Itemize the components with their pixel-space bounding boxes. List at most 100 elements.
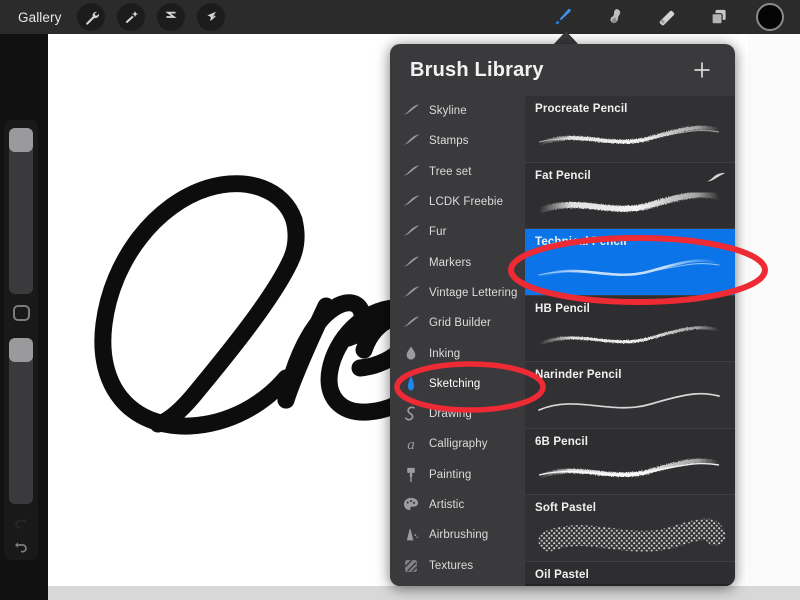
brush-category-fur[interactable]: Fur xyxy=(390,217,525,247)
actions-wrench-icon[interactable] xyxy=(77,3,106,31)
brush-category-label: Sketching xyxy=(429,377,481,390)
brush-list-item[interactable]: 6B Pencil xyxy=(525,428,735,495)
color-swatch[interactable] xyxy=(756,3,784,31)
brush-category-markers[interactable]: Markers xyxy=(390,247,525,277)
panel-pointer-caret xyxy=(553,31,579,45)
brush-category-lcdk-freebie[interactable]: LCDK Freebie xyxy=(390,187,525,217)
brush-list-item[interactable]: Fat Pencil xyxy=(525,162,735,229)
brush-name: Technical Pencil xyxy=(535,236,627,248)
undo-button[interactable] xyxy=(6,512,36,536)
brush-category-label: LCDK Freebie xyxy=(429,196,504,209)
squiggle-icon xyxy=(400,403,422,425)
transform-arrow-icon[interactable] xyxy=(197,3,226,31)
redo-button[interactable] xyxy=(6,536,36,560)
brush-sidebar xyxy=(4,120,38,560)
canvas-bottom-bezel xyxy=(0,586,800,600)
brush-category-calligraphy[interactable]: a Calligraphy xyxy=(390,429,525,459)
brush-category-inking[interactable]: Inking xyxy=(390,338,525,368)
brush-preview-stroke xyxy=(533,517,726,557)
brush-name: HB Pencil xyxy=(535,302,591,315)
brush-category-label: Grid Builder xyxy=(429,317,491,330)
brush-preview-stroke xyxy=(533,451,725,491)
brush-preview-stroke xyxy=(533,118,725,158)
brush-category-artistic[interactable]: Artistic xyxy=(390,490,525,520)
brush-category-label: Skyline xyxy=(429,105,467,118)
smudge-icon[interactable] xyxy=(600,2,630,32)
brush-category-skyline[interactable]: Skyline xyxy=(390,96,525,126)
airbrush-icon xyxy=(400,524,422,546)
brush-list[interactable]: Procreate Pencil Fat Pencil Technical Pen… xyxy=(525,96,735,586)
brush-stroke-icon xyxy=(400,221,422,243)
brush-preview-stroke xyxy=(533,384,725,424)
brush-name: 6B Pencil xyxy=(535,435,589,448)
brush-category-label: Markers xyxy=(429,256,472,269)
ink-drop-icon xyxy=(400,343,422,365)
brush-name: Oil Pastel xyxy=(535,568,589,581)
panel-title: Brush Library xyxy=(410,58,544,81)
brush-list-item[interactable]: Technical Pencil xyxy=(525,229,735,296)
brush-stroke-icon xyxy=(400,312,422,334)
brush-opacity-slider[interactable] xyxy=(9,338,33,505)
brush-stroke-icon xyxy=(400,252,422,274)
brush-category-label: Textures xyxy=(429,559,474,572)
brush-category-label: Tree set xyxy=(429,165,472,178)
paint-brush-icon[interactable] xyxy=(548,2,578,32)
brush-stroke-icon xyxy=(400,130,422,152)
add-brush-button[interactable] xyxy=(689,57,715,83)
brush-name: Narinder Pencil xyxy=(535,369,622,381)
brush-category-label: Airbrushing xyxy=(429,529,489,542)
brush-category-textures[interactable]: Textures xyxy=(390,550,525,580)
brush-name: Soft Pastel xyxy=(535,502,597,514)
pencil-tip-icon xyxy=(400,373,422,395)
brush-list-item[interactable]: Narinder Pencil xyxy=(525,362,735,429)
brush-category-list[interactable]: Skyline Stamps Tree set LCDK Freebie Fur Mark… xyxy=(390,96,525,586)
brush-preview-stroke xyxy=(533,185,725,225)
brush-library-body: Skyline Stamps Tree set LCDK Freebie Fur Mark… xyxy=(390,96,735,586)
brush-category-label: Stamps xyxy=(429,135,469,148)
layers-icon[interactable] xyxy=(704,2,734,32)
brush-preview-stroke xyxy=(533,584,725,587)
brush-preview-stroke xyxy=(533,318,725,358)
brush-preview-stroke xyxy=(533,251,725,291)
brush-list-item[interactable]: Oil Pastel xyxy=(525,561,735,587)
brush-category-airbrushing[interactable]: Airbrushing xyxy=(390,520,525,550)
brush-category-grid-builder[interactable]: Grid Builder xyxy=(390,308,525,338)
eraser-icon[interactable] xyxy=(652,2,682,32)
brush-category-label: Calligraphy xyxy=(429,438,488,451)
palette-icon xyxy=(400,494,422,516)
selection-icon[interactable] xyxy=(157,3,186,31)
brush-category-stamps[interactable]: Stamps xyxy=(390,126,525,156)
brush-category-vintage-lettering[interactable]: Vintage Lettering xyxy=(390,278,525,308)
brush-opacity-thumb[interactable] xyxy=(9,338,33,363)
svg-text:a: a xyxy=(407,437,415,453)
brush-category-label: Vintage Lettering xyxy=(429,286,518,299)
brush-category-sketching[interactable]: Sketching xyxy=(390,369,525,399)
brush-size-slider[interactable] xyxy=(9,128,33,295)
brush-library-header: Brush Library xyxy=(390,44,735,96)
gallery-button[interactable]: Gallery xyxy=(14,8,65,27)
paint-brush-icon xyxy=(400,464,422,486)
brush-category-tree-set[interactable]: Tree set xyxy=(390,157,525,187)
brush-category-drawing[interactable]: Drawing xyxy=(390,399,525,429)
brush-library-panel: Brush Library Skyline Stamps Tree set LCDK … xyxy=(390,44,735,586)
brush-category-painting[interactable]: Painting xyxy=(390,460,525,490)
brush-category-label: Inking xyxy=(429,347,461,360)
brush-list-item[interactable]: Procreate Pencil xyxy=(525,96,735,163)
brush-category-label: Fur xyxy=(429,226,447,239)
modify-button[interactable] xyxy=(12,305,30,322)
toolbar-right-group xyxy=(548,2,800,32)
hatch-square-icon xyxy=(400,555,422,577)
brush-name: Procreate Pencil xyxy=(535,103,628,115)
adjustments-wand-icon[interactable] xyxy=(117,3,146,31)
brush-category-label: Drawing xyxy=(429,408,472,421)
brush-list-item[interactable]: Soft Pastel xyxy=(525,495,735,562)
brush-name: Fat Pencil xyxy=(535,169,591,182)
brush-stroke-icon xyxy=(400,282,422,304)
top-toolbar: Gallery xyxy=(0,0,800,34)
brush-category-label: Painting xyxy=(429,468,472,481)
letter-a-icon: a xyxy=(400,433,422,455)
brush-category-label: Artistic xyxy=(429,499,465,511)
brush-list-item[interactable]: HB Pencil xyxy=(525,295,735,362)
brush-size-thumb[interactable] xyxy=(9,128,33,152)
brush-stroke-icon xyxy=(400,191,422,213)
